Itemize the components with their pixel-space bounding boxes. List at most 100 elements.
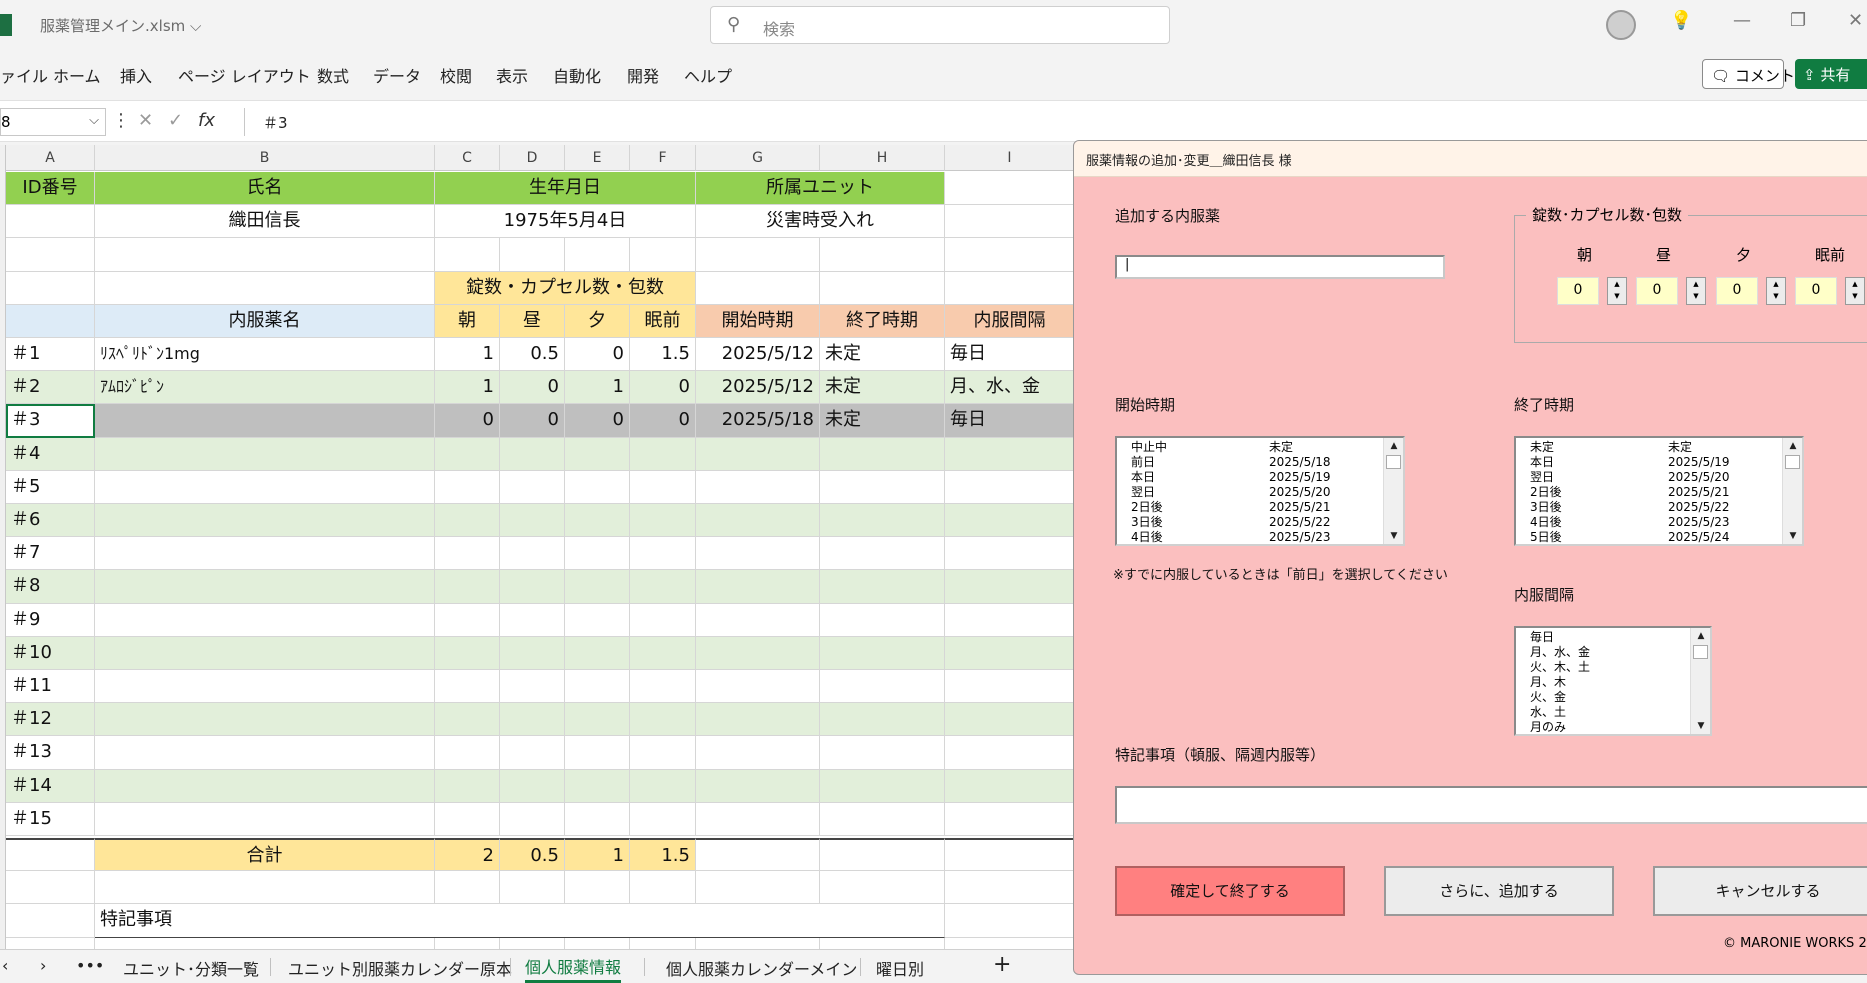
tab-personal-calendar-main[interactable]: 個人服薬カレンダーメイン: [666, 956, 857, 980]
cell-empty[interactable]: [820, 937, 945, 949]
dose-bedtime[interactable]: [630, 736, 696, 770]
dose-morning[interactable]: 1: [435, 338, 500, 372]
scroll-up-icon[interactable]: ▲: [1691, 628, 1710, 644]
dose-bedtime[interactable]: 0: [630, 371, 696, 405]
spin-input[interactable]: 0: [1795, 277, 1837, 305]
list-item[interactable]: 3日後 2025/5/22: [1516, 500, 1782, 515]
dose-noon[interactable]: [500, 769, 565, 803]
end-date[interactable]: [820, 703, 945, 737]
start-date[interactable]: [696, 802, 820, 836]
dose-bedtime[interactable]: 0: [630, 404, 696, 438]
med-name[interactable]: [95, 504, 435, 538]
dose-evening[interactable]: [565, 703, 630, 737]
interval[interactable]: [945, 769, 1075, 803]
patient-unit[interactable]: 災害時受入れ: [696, 205, 945, 239]
med-name[interactable]: [95, 802, 435, 836]
row-id[interactable]: ＃11: [6, 670, 95, 704]
name-box[interactable]: 8 ⌵: [0, 108, 106, 136]
dose-morning[interactable]: [435, 802, 500, 836]
med-name[interactable]: [95, 636, 435, 670]
list-item[interactable]: 4日後 2025/5/23: [1516, 515, 1782, 530]
dose-noon[interactable]: [500, 504, 565, 538]
cell-empty[interactable]: [945, 172, 1075, 206]
scrollbar[interactable]: ▲ ▼: [1383, 438, 1403, 544]
spin-stepper[interactable]: ▲ ▼: [1607, 277, 1627, 305]
end-date[interactable]: 未定: [820, 338, 945, 372]
spin-input[interactable]: 0: [1557, 277, 1599, 305]
cell-empty[interactable]: [630, 937, 696, 949]
menu-file[interactable]: ァイル: [0, 63, 48, 87]
interval[interactable]: [945, 703, 1075, 737]
interval[interactable]: [945, 504, 1075, 538]
row-id[interactable]: ＃4: [6, 437, 95, 471]
tab-unit-category[interactable]: ユニット･分類一覧: [123, 956, 259, 980]
list-item[interactable]: 前日 2025/5/18: [1117, 455, 1383, 470]
column-header-h[interactable]: H: [820, 145, 945, 171]
cell-empty[interactable]: [6, 205, 95, 239]
tab-personal-med-info[interactable]: 個人服薬情報: [525, 954, 622, 983]
end-date[interactable]: [820, 670, 945, 704]
header-morning[interactable]: 朝: [435, 304, 500, 338]
menu-page-layout[interactable]: ページ レイアウト: [178, 63, 311, 87]
scroll-thumb[interactable]: [1693, 645, 1708, 659]
cell-empty[interactable]: [500, 238, 565, 272]
share-button[interactable]: ⇪ 共有: [1795, 59, 1867, 89]
close-icon[interactable]: ✕: [1848, 10, 1863, 31]
start-date[interactable]: [696, 670, 820, 704]
dose-bedtime[interactable]: [630, 703, 696, 737]
dose-noon[interactable]: [500, 802, 565, 836]
header-name[interactable]: 氏名: [95, 172, 435, 206]
med-name[interactable]: [95, 570, 435, 604]
start-date[interactable]: [696, 769, 820, 803]
cell-empty[interactable]: [435, 871, 500, 905]
menu-review[interactable]: 校閲: [440, 63, 472, 87]
dose-bedtime[interactable]: [630, 603, 696, 637]
row-id[interactable]: ＃3: [6, 404, 95, 438]
list-item[interactable]: 翌日 2025/5/20: [1117, 485, 1383, 500]
cell-empty[interactable]: [945, 271, 1075, 305]
cell-empty[interactable]: [6, 904, 95, 938]
cell-empty[interactable]: [630, 238, 696, 272]
dose-morning[interactable]: [435, 470, 500, 504]
start-date[interactable]: [696, 603, 820, 637]
start-date[interactable]: [696, 570, 820, 604]
cell-empty[interactable]: [95, 871, 435, 905]
end-date[interactable]: 未定: [820, 371, 945, 405]
total-label[interactable]: 合計: [95, 838, 435, 872]
header-unit[interactable]: 所属ユニット: [696, 172, 945, 206]
header-count[interactable]: 錠数・カプセル数・包数: [435, 271, 696, 305]
dose-noon[interactable]: [500, 736, 565, 770]
list-item[interactable]: 月、木: [1516, 675, 1690, 690]
dose-noon[interactable]: 0: [500, 371, 565, 405]
cell-empty[interactable]: [945, 937, 1075, 949]
dose-bedtime[interactable]: [630, 504, 696, 538]
column-header-c[interactable]: C: [435, 145, 500, 171]
notes-label[interactable]: 特記事項: [95, 904, 945, 938]
dose-morning[interactable]: [435, 570, 500, 604]
dose-noon[interactable]: [500, 570, 565, 604]
tab-more-icon[interactable]: •••: [76, 956, 104, 975]
dose-evening[interactable]: [565, 470, 630, 504]
dose-morning[interactable]: [435, 670, 500, 704]
spin-input[interactable]: 0: [1636, 277, 1678, 305]
tab-weekday[interactable]: 曜日別: [876, 956, 924, 980]
row-id[interactable]: ＃5: [6, 470, 95, 504]
total-noon[interactable]: 0.5: [500, 838, 565, 872]
row-id[interactable]: ＃9: [6, 603, 95, 637]
med-name[interactable]: [95, 537, 435, 571]
cell-empty[interactable]: [6, 271, 95, 305]
row-id[interactable]: ＃15: [6, 802, 95, 836]
dose-evening[interactable]: [565, 802, 630, 836]
menu-automate[interactable]: 自動化: [553, 63, 601, 87]
dose-bedtime[interactable]: [630, 769, 696, 803]
list-item[interactable]: 中止中 未定: [1117, 440, 1383, 455]
cell-empty[interactable]: [565, 238, 630, 272]
dose-noon[interactable]: 0.5: [500, 338, 565, 372]
scroll-up-icon[interactable]: ▲: [1783, 438, 1802, 454]
start-date[interactable]: [696, 636, 820, 670]
dose-evening[interactable]: 0: [565, 338, 630, 372]
list-item[interactable]: 未定 未定: [1516, 440, 1782, 455]
dose-morning[interactable]: 0: [435, 404, 500, 438]
dose-evening[interactable]: [565, 670, 630, 704]
start-date[interactable]: 2025/5/12: [696, 338, 820, 372]
